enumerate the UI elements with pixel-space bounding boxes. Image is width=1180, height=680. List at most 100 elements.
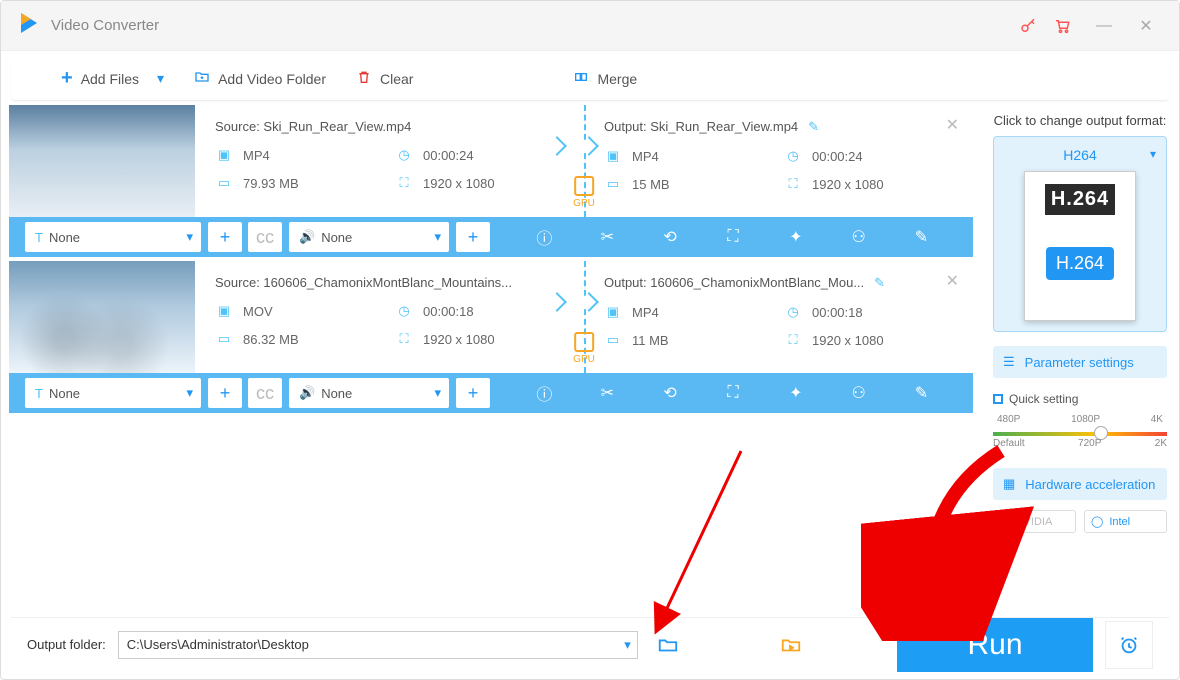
rotate-icon[interactable]: ⟲ [658, 381, 682, 405]
file-card: GPU Source: 160606_ChamonixMontBlanc_Mou… [9, 261, 973, 413]
codec-label-secondary: H.264 [1046, 247, 1114, 280]
subtitle-t-icon: T [35, 386, 43, 401]
close-button[interactable]: ✕ [1129, 9, 1163, 43]
merge-label: Merge [597, 71, 637, 87]
chip-icon: ▦ [1003, 476, 1015, 492]
format-panel-title: Click to change output format: [993, 113, 1167, 128]
merge-icon [573, 69, 589, 88]
source-label: Source: 160606_ChamonixMontBlanc_Mountai… [215, 275, 564, 290]
effects-icon[interactable]: ✦ [784, 225, 808, 249]
subtitle-t-icon: T [35, 230, 43, 245]
effects-icon[interactable]: ✦ [784, 381, 808, 405]
info-icon[interactable]: ⓘ [532, 381, 556, 405]
rotate-icon[interactable]: ⟲ [658, 225, 682, 249]
sliders-icon: ☰ [1003, 354, 1015, 370]
add-subtitle-button[interactable]: + [208, 222, 242, 252]
nvidia-icon: ◉ [1000, 515, 1010, 528]
watermark-icon[interactable]: ⚇ [847, 381, 871, 405]
output-label: Output: 160606_ChamonixMontBlanc_Mou... [604, 275, 864, 290]
clock-icon: ◷ [395, 146, 413, 164]
clock-icon: ◷ [784, 147, 802, 165]
chevron-down-icon: ▾ [434, 385, 441, 401]
info-icon[interactable]: ⓘ [532, 225, 556, 249]
clock-icon: ◷ [395, 302, 413, 320]
edit-pen-icon[interactable]: ✎ [909, 381, 933, 405]
cc-button[interactable]: cc [248, 222, 282, 252]
cut-icon[interactable]: ✂ [595, 381, 619, 405]
crop-icon[interactable]: ⛶ [721, 225, 745, 249]
open-folder-icon[interactable] [650, 627, 686, 663]
edit-pen-icon[interactable]: ✎ [909, 225, 933, 249]
format-icon: ▣ [604, 303, 622, 321]
crop-icon[interactable]: ⛶ [721, 381, 745, 405]
cc-button[interactable]: cc [248, 378, 282, 408]
add-subtitle-button[interactable]: + [208, 378, 242, 408]
add-files-button[interactable]: + Add Files ▾ [61, 67, 164, 90]
add-folder-button[interactable]: Add Video Folder [194, 69, 326, 88]
vendor-intel[interactable]: ◯Intel [1084, 510, 1167, 533]
file-list: GPU Source: Ski_Run_Rear_View.mp4 ▣MP4 ◷… [1, 105, 981, 619]
edit-icon[interactable]: ✎ [808, 119, 819, 134]
output-path-input[interactable]: C:\Users\Administrator\Desktop ▾ [118, 631, 638, 659]
gpu-badge: GPU [573, 332, 595, 365]
merge-button[interactable]: Merge [573, 69, 637, 88]
chevron-down-icon: ▾ [186, 385, 193, 401]
key-icon[interactable] [1011, 9, 1045, 43]
format-name: H264 [1063, 147, 1096, 163]
chevron-down-icon: ▾ [186, 229, 193, 245]
explore-folder-icon[interactable] [773, 627, 809, 663]
app-title: Video Converter [51, 17, 1011, 34]
cart-icon[interactable] [1045, 9, 1079, 43]
title-bar: Video Converter — ✕ [1, 1, 1179, 51]
subtitle-select[interactable]: TNone▾ [25, 222, 201, 252]
remove-file-button[interactable]: ✕ [946, 271, 959, 291]
add-audio-button[interactable]: + [456, 222, 490, 252]
resolution-icon: ⛶ [784, 175, 802, 193]
plus-icon: + [61, 67, 73, 90]
square-bullet-icon [993, 394, 1003, 404]
format-icon: ▣ [215, 146, 233, 164]
vendor-nvidia[interactable]: ◉NVIDIA [993, 510, 1076, 533]
chevron-down-icon[interactable]: ▾ [1150, 147, 1156, 161]
clock-icon: ◷ [784, 303, 802, 321]
filesize-icon: ▭ [215, 330, 233, 348]
format-icon: ▣ [604, 147, 622, 165]
audio-select[interactable]: 🔊None▾ [289, 222, 449, 252]
run-button[interactable]: Run [897, 618, 1093, 672]
add-audio-button[interactable]: + [456, 378, 490, 408]
filesize-icon: ▭ [604, 331, 622, 349]
parameter-settings-button[interactable]: ☰ Parameter settings [993, 346, 1167, 378]
cut-icon[interactable]: ✂ [595, 225, 619, 249]
watermark-icon[interactable]: ⚇ [847, 225, 871, 249]
folder-plus-icon [194, 69, 210, 88]
speaker-icon: 🔊 [299, 385, 315, 401]
edit-icon[interactable]: ✎ [874, 275, 885, 290]
hardware-accel-button[interactable]: ▦ Hardware acceleration [993, 468, 1167, 500]
chevron-down-icon[interactable]: ▾ [157, 70, 164, 87]
file-card: GPU Source: Ski_Run_Rear_View.mp4 ▣MP4 ◷… [9, 105, 973, 257]
resolution-icon: ⛶ [395, 174, 413, 192]
clear-button[interactable]: Clear [356, 69, 413, 88]
timer-icon[interactable] [1105, 621, 1153, 669]
remove-file-button[interactable]: ✕ [946, 115, 959, 135]
subtitle-select[interactable]: TNone▾ [25, 378, 201, 408]
resolution-slider[interactable]: 480P1080P4K Default720P2K [993, 414, 1167, 454]
chevron-down-icon[interactable]: ▾ [624, 637, 631, 653]
output-format-selector[interactable]: H264 ▾ H.264 H.264 [993, 136, 1167, 332]
output-label: Output: Ski_Run_Rear_View.mp4 [604, 119, 798, 134]
intel-icon: ◯ [1091, 515, 1103, 528]
video-thumbnail[interactable] [9, 105, 195, 217]
resolution-icon: ⛶ [395, 330, 413, 348]
resolution-icon: ⛶ [784, 331, 802, 349]
quick-setting-header: Quick setting [993, 392, 1167, 406]
bottom-bar: Output folder: C:\Users\Administrator\De… [11, 617, 1169, 671]
format-panel: Click to change output format: H264 ▾ H.… [981, 105, 1179, 619]
file-action-strip: TNone▾ + cc 🔊None▾ + ⓘ ✂ ⟲ ⛶ ✦ ⚇ ✎ [9, 217, 973, 257]
codec-label-primary: H.264 [1045, 184, 1115, 215]
clear-label: Clear [380, 71, 413, 87]
app-logo-icon [17, 11, 41, 40]
minimize-button[interactable]: — [1087, 9, 1121, 43]
add-folder-label: Add Video Folder [218, 71, 326, 87]
audio-select[interactable]: 🔊None▾ [289, 378, 449, 408]
video-thumbnail[interactable] [9, 261, 195, 373]
